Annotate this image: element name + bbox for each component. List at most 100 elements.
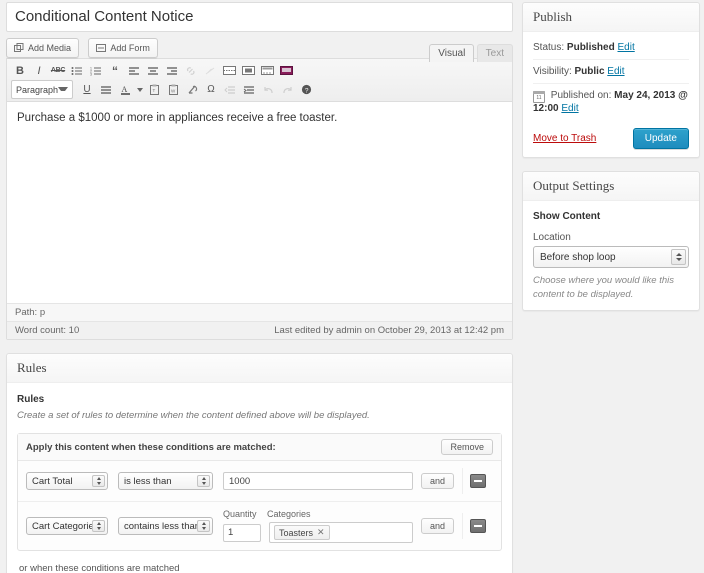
update-button[interactable]: Update <box>633 128 689 149</box>
editor-paragraph: Purchase a $1000 or more in appliances r… <box>17 110 502 127</box>
edit-date-link[interactable]: Edit <box>561 103 578 114</box>
select-stepper-icon <box>671 249 686 265</box>
editor-toolbar-top: Add Media Add Form Visual Text <box>6 38 513 58</box>
output-settings-title: Output Settings <box>523 172 699 201</box>
select-stepper-icon <box>92 475 105 487</box>
or-conditions-text: or when these conditions are matched <box>19 563 500 573</box>
quantity-input[interactable] <box>223 524 261 542</box>
main-column: Add Media Add Form Visual Text B I ABC <box>6 2 513 573</box>
unlink-icon[interactable] <box>201 62 219 79</box>
add-media-label: Add Media <box>28 43 71 53</box>
move-to-trash-link[interactable]: Move to Trash <box>533 133 596 144</box>
text-color-icon[interactable]: A <box>116 81 134 98</box>
categories-tag-input[interactable]: Toasters ✕ <box>269 522 413 543</box>
indent-icon[interactable] <box>240 81 258 98</box>
paste-from-word-icon[interactable]: W <box>164 81 182 98</box>
post-title-field[interactable] <box>6 2 513 32</box>
rule-operator-select[interactable]: contains less than <box>118 517 213 535</box>
remove-rule-icon[interactable] <box>470 519 486 533</box>
rule-and-button[interactable]: and <box>421 518 454 534</box>
distraction-free-icon[interactable] <box>277 62 295 79</box>
bold-icon[interactable]: B <box>11 62 29 79</box>
add-form-button[interactable]: Add Form <box>88 38 158 58</box>
select-stepper-icon <box>92 520 105 532</box>
edit-status-link[interactable]: Edit <box>618 42 635 53</box>
fullscreen-icon[interactable] <box>239 62 257 79</box>
clear-formatting-icon[interactable] <box>183 81 201 98</box>
wordpress-post-edit-screen: Add Media Add Form Visual Text B I ABC <box>0 0 704 573</box>
remove-rule-icon[interactable] <box>470 474 486 488</box>
underline-icon[interactable]: U <box>78 81 96 98</box>
location-label: Location <box>533 232 689 243</box>
rule-operator-select[interactable]: is less than <box>118 472 213 490</box>
paragraph-format-select[interactable]: Paragraph <box>11 80 73 99</box>
rule-set-title: Apply this content when these conditions… <box>26 442 276 453</box>
align-right-icon[interactable] <box>163 62 181 79</box>
location-select[interactable]: Before shop loop <box>533 246 689 268</box>
toggle-toolbar-icon[interactable] <box>258 62 276 79</box>
publish-panel: Publish Status: Published Edit Visibilit… <box>522 2 700 158</box>
visibility-value: Public <box>575 66 605 77</box>
content-editor: B I ABC 123 “ <box>6 58 513 340</box>
ordered-list-icon[interactable]: 123 <box>87 62 105 79</box>
tab-visual[interactable]: Visual <box>429 44 474 62</box>
publish-panel-title: Publish <box>523 3 699 32</box>
close-icon[interactable]: ✕ <box>317 527 325 538</box>
last-edited: Last edited by admin on October 29, 2013… <box>274 325 504 336</box>
svg-text:T: T <box>152 88 155 93</box>
rule-set-header: Apply this content when these conditions… <box>18 434 501 461</box>
text-color-dropdown-icon[interactable] <box>135 81 144 98</box>
status-label: Status: <box>533 42 564 53</box>
strikethrough-icon[interactable]: ABC <box>49 62 67 79</box>
paste-as-text-icon[interactable]: T <box>145 81 163 98</box>
quantity-categories-labels: Quantity Categories <box>223 509 413 519</box>
rules-panel: Rules Rules Create a set of rules to det… <box>6 353 513 573</box>
output-settings-body: Show Content Location Before shop loop C… <box>523 201 699 310</box>
rules-panel-title: Rules <box>7 354 512 383</box>
rules-panel-body: Rules Create a set of rules to determine… <box>7 383 512 573</box>
rule-operator-value: is less than <box>124 476 172 487</box>
publish-date-row: 11 Published on: May 24, 2013 @ 12:00 Ed… <box>533 84 689 120</box>
toolbar-row-2: Paragraph U A T <box>11 80 508 99</box>
align-left-icon[interactable] <box>125 62 143 79</box>
undo-icon[interactable] <box>259 81 277 98</box>
outdent-icon[interactable] <box>221 81 239 98</box>
tab-text[interactable]: Text <box>477 44 513 62</box>
chevron-down-icon <box>58 87 68 91</box>
editor-content-area[interactable]: Purchase a $1000 or more in appliances r… <box>7 102 512 303</box>
editor-status-bar: Word count: 10 Last edited by admin on O… <box>7 321 512 339</box>
align-center-icon[interactable] <box>144 62 162 79</box>
blockquote-icon[interactable]: “ <box>106 62 124 79</box>
quantity-categories-fields: Toasters ✕ <box>223 522 413 543</box>
rule-subject-select[interactable]: Cart Categories <box>26 517 108 535</box>
publish-status-row: Status: Published Edit <box>533 40 689 60</box>
redo-icon[interactable] <box>278 81 296 98</box>
rule-value-input[interactable] <box>223 472 413 490</box>
form-icon <box>96 43 106 53</box>
rule-row: Cart Categories contains less than Quant… <box>18 502 501 550</box>
insert-link-icon[interactable] <box>182 62 200 79</box>
special-character-icon[interactable]: Ω <box>202 81 220 98</box>
insert-more-tag-icon[interactable] <box>220 62 238 79</box>
remove-rule-set-button[interactable]: Remove <box>441 439 493 455</box>
toolbar-row-1: B I ABC 123 “ <box>11 61 508 80</box>
add-form-label: Add Form <box>110 43 150 53</box>
svg-text:?: ? <box>304 87 308 94</box>
add-media-button[interactable]: Add Media <box>6 38 79 58</box>
rule-and-button[interactable]: and <box>421 473 454 489</box>
rule-subject-select[interactable]: Cart Total <box>26 472 108 490</box>
media-icon <box>14 43 24 53</box>
categories-label: Categories <box>267 509 311 519</box>
calendar-icon: 11 <box>533 91 545 103</box>
rule-remove-cell <box>462 513 493 539</box>
unordered-list-icon[interactable] <box>68 62 86 79</box>
post-title-input[interactable] <box>7 3 512 31</box>
editor-mode-tabs: Visual Text <box>430 44 513 62</box>
category-chip-label: Toasters <box>279 528 313 538</box>
italic-icon[interactable]: I <box>30 62 48 79</box>
category-chip[interactable]: Toasters ✕ <box>274 525 330 540</box>
select-stepper-icon <box>197 520 210 532</box>
help-icon[interactable]: ? <box>297 81 315 98</box>
edit-visibility-link[interactable]: Edit <box>607 66 624 77</box>
align-justify-icon[interactable] <box>97 81 115 98</box>
